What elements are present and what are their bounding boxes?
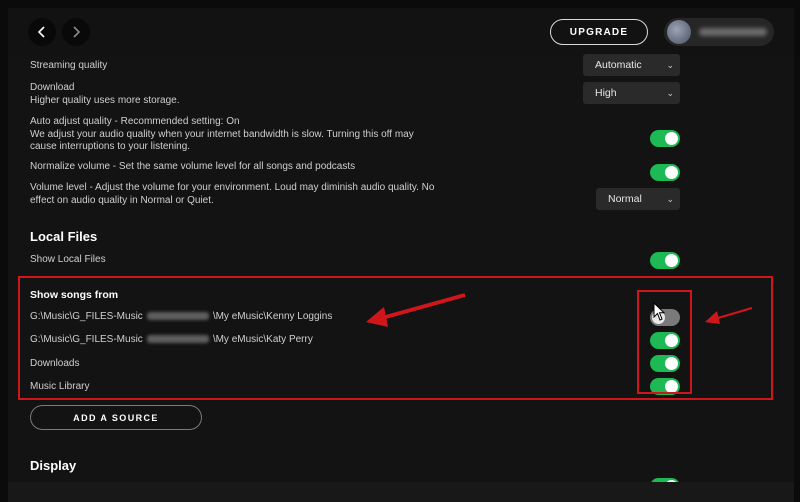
screen: UPGRADE Streaming quality Automatic ⌄ Do… xyxy=(0,0,800,502)
cursor-icon xyxy=(653,302,666,321)
arrow-annotation-icon xyxy=(366,293,753,327)
